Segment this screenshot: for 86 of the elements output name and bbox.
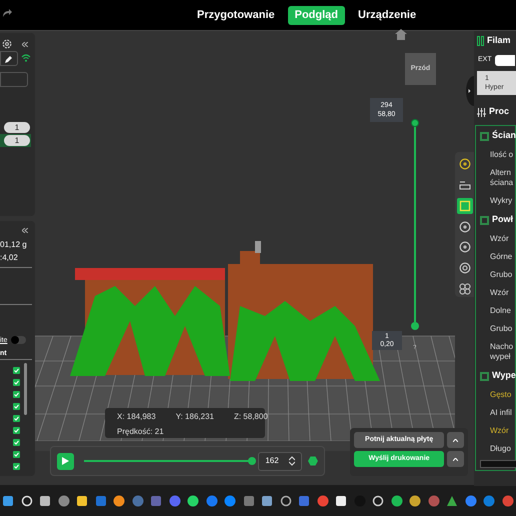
checkbox[interactable] [13, 367, 20, 374]
setting-label: AI infil [490, 408, 512, 418]
text-field[interactable] [0, 72, 28, 87]
setting-label: Wzór [490, 288, 509, 298]
setting-label: Ilość o [490, 150, 514, 160]
caret-icon [453, 458, 458, 460]
coordinate-text: Z: 58,800 [234, 411, 268, 423]
mode-tab[interactable]: Urządzenie [351, 6, 424, 24]
setting-label: Altern ściana [490, 168, 514, 188]
section-title: Proc [489, 105, 510, 118]
stat-text: :4,02 [0, 252, 18, 264]
speedometer-icon [458, 220, 470, 232]
pencil-icon [5, 54, 13, 62]
list-row[interactable]: 1 [0, 121, 31, 134]
wifi-icon [21, 54, 31, 62]
spool-icon [458, 262, 470, 274]
expand-button[interactable] [447, 432, 464, 448]
edit-button[interactable] [0, 51, 18, 66]
coordinate-text: Y: 186,231 [176, 411, 214, 423]
setting-label: Wzór [490, 426, 509, 436]
flower-icon [458, 283, 470, 296]
folder-icon[interactable] [76, 494, 88, 506]
tool-button[interactable] [456, 218, 472, 234]
task-view-icon[interactable] [39, 494, 52, 506]
checkbox[interactable] [13, 403, 20, 410]
setting-label: Grubo [490, 324, 512, 334]
group-title: Powł [492, 213, 514, 226]
checkbox[interactable] [13, 439, 20, 446]
setting-label: Gęsto [490, 390, 512, 400]
windows-logo-icon[interactable] [2, 494, 14, 506]
collapse-handle[interactable] [466, 76, 474, 106]
ext-field[interactable] [494, 54, 515, 66]
play-button[interactable] [57, 452, 74, 470]
setting-label: Górne [490, 252, 512, 262]
slider-handle[interactable] [411, 322, 419, 330]
tool-button[interactable] [456, 281, 472, 298]
input-field[interactable] [480, 460, 516, 468]
checkbox[interactable] [13, 391, 20, 398]
setting-label: Grubo [490, 270, 512, 280]
wall-square-icon [458, 200, 470, 212]
tool-button[interactable] [456, 198, 472, 214]
slider-handle[interactable] [411, 119, 419, 127]
caret-icon [453, 438, 458, 442]
spinner-icon[interactable] [289, 456, 296, 466]
mode-tab[interactable]: Przygotowanie [190, 6, 282, 24]
count-badge: 1 [4, 122, 30, 133]
section-title: Filam [487, 34, 511, 48]
checkbox[interactable] [13, 463, 20, 470]
setting-label: Długo [490, 444, 511, 454]
hexagon-icon[interactable] [308, 456, 318, 466]
speed-text: Prędkość: 21 [117, 426, 165, 438]
checkbox[interactable] [13, 415, 20, 422]
progress-thumb[interactable] [248, 457, 256, 465]
stat-text: 01,12 g [0, 239, 27, 251]
tool-button[interactable] [456, 156, 472, 172]
tool-button[interactable] [456, 239, 472, 256]
group-icon [480, 216, 489, 224]
checkbox[interactable] [13, 379, 20, 386]
toggle-switch[interactable] [11, 336, 26, 344]
group-title: Wype [492, 369, 516, 382]
sliders-icon [477, 108, 486, 116]
settings-icon[interactable] [2, 39, 12, 49]
checkbox[interactable] [13, 427, 20, 434]
layer-field[interactable]: 162 [258, 452, 302, 470]
setting-label: Dolne [490, 306, 511, 316]
expand-button[interactable] [447, 451, 464, 467]
count-badge: 1 [4, 135, 30, 146]
group-icon [480, 132, 489, 140]
search-icon[interactable] [20, 494, 33, 506]
redo-icon[interactable] [2, 8, 12, 18]
filament-icon [477, 36, 484, 46]
home-icon[interactable] [395, 29, 407, 40]
coordinate-text: X: 184,983 [117, 411, 156, 423]
tool-button[interactable] [456, 260, 472, 276]
group-icon [480, 372, 489, 380]
setting-label: Wzór [490, 234, 509, 244]
list-row[interactable]: 1 [0, 134, 31, 147]
collapse-icon[interactable] [22, 42, 28, 47]
collapse-icon[interactable] [22, 228, 28, 233]
group-title: Ścian [492, 129, 516, 142]
checkbox[interactable] [13, 451, 20, 458]
gauge-palette-icon [458, 158, 470, 170]
setting-label: Nacho wypeł [490, 342, 514, 362]
layers-icon [458, 178, 470, 191]
scrollbar[interactable] [24, 363, 27, 415]
setting-label: Wykry [490, 196, 512, 206]
